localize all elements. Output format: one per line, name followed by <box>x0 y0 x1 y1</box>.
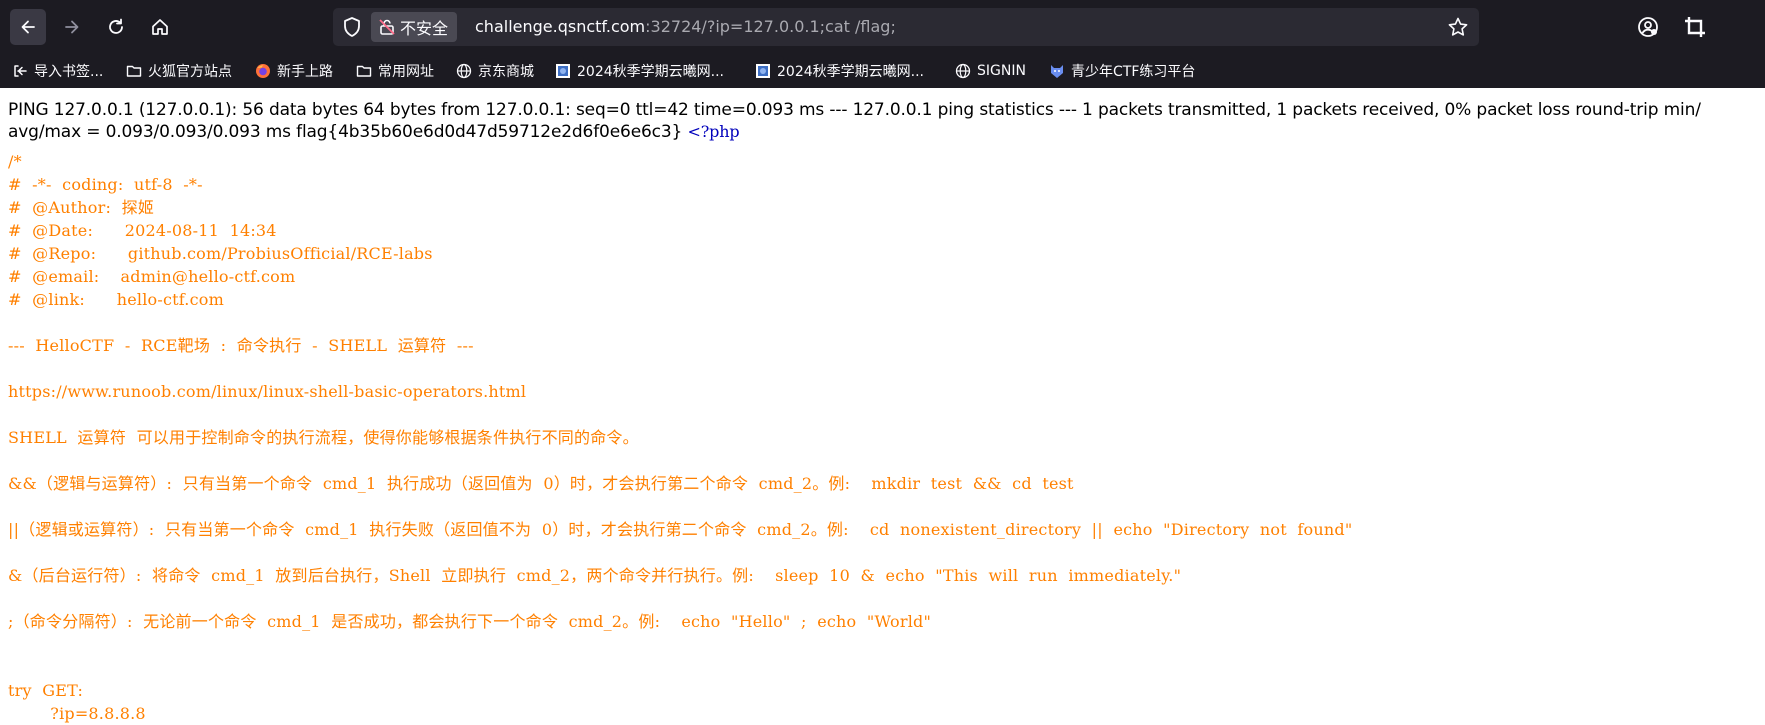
bookmark-label: 京东商城 <box>478 64 534 80</box>
php-open-tag: <?php <box>687 122 740 141</box>
home-icon <box>152 19 168 35</box>
bookmark-folder-firefox-official[interactable]: 火狐官方站点 <box>126 59 232 83</box>
code-line: # @Date: 2024-08-11 14:34 <box>8 221 277 240</box>
source-comment-block: /* # -*- coding: utf-8 -*- # @Author: 探姬 # … <box>8 150 1352 725</box>
code-line: # @email: admin@hello-ctf.com <box>8 267 296 286</box>
address-bar[interactable]: 不安全 challenge.qsnctf.com:32724/?ip=127.0… <box>333 8 1479 46</box>
code-line: # -*- coding: utf-8 -*- <box>8 175 203 194</box>
home-button[interactable] <box>142 9 178 45</box>
ctf-logo-icon <box>1051 65 1063 78</box>
tracking-protection-shield-icon[interactable] <box>340 15 364 39</box>
bookmark-label: 导入书签... <box>34 64 104 80</box>
code-line: ?ip=8.8.8.8 <box>8 704 146 723</box>
code-line: --- HelloCTF - RCE靶场 : 命令执行 - SHELL 运算符 … <box>8 336 474 355</box>
code-line: &&（逻辑与运算符）: 只有当第一个命令 cmd_1 执行成功（返回值为 0）时… <box>8 474 1074 493</box>
bookmark-label: 常用网址 <box>378 64 434 80</box>
ping-output: PING 127.0.0.1 (127.0.0.1): 56 data byte… <box>8 100 1765 143</box>
bookmark-label: 2024秋季学期云曦网... <box>577 64 724 80</box>
bookmark-label: 火狐官方站点 <box>148 64 232 80</box>
bookmark-label: 2024秋季学期云曦网... <box>777 64 924 80</box>
ping-output-line-flag: avg/max = 0.093/0.093/0.093 ms flag{4b35… <box>8 121 1765 143</box>
arrow-left-icon <box>21 20 35 34</box>
reload-button[interactable] <box>98 9 134 45</box>
code-line: /* <box>8 152 22 171</box>
code-line: ||（逻辑或运算符）: 只有当第一个命令 cmd_1 执行失败（返回值不为 0）… <box>8 520 1353 539</box>
code-line: &（后台运行符）: 将命令 cmd_1 放到后台执行，Shell 立即执行 cm… <box>8 566 1182 585</box>
code-line: # @Author: 探姬 <box>8 198 155 217</box>
import-icon <box>14 65 27 77</box>
url-path: :32724/?ip=127.0.0.1;cat /flag; <box>645 17 896 36</box>
broken-lock-icon <box>379 19 395 35</box>
bookmarks-toolbar: 导入书签... 火狐官方站点 新手上路 常用网址 京东商城 2024秋季学期云曦… <box>0 54 1765 88</box>
site-favicon-icon <box>556 64 570 78</box>
folder-icon <box>356 65 372 77</box>
bookmark-yunxi-2[interactable]: 2024秋季学期云曦网... <box>755 59 924 83</box>
globe-icon <box>456 63 472 79</box>
back-button[interactable] <box>10 9 46 45</box>
url-host: challenge.qsnctf.com <box>475 17 646 36</box>
firefox-icon <box>256 64 270 78</box>
site-favicon-icon <box>756 64 770 78</box>
browser-chrome: 不安全 challenge.qsnctf.com:32724/?ip=127.0… <box>0 0 1765 88</box>
bookmark-label: 新手上路 <box>277 64 333 80</box>
code-line: ;（命令分隔符）: 无论前一个命令 cmd_1 是否成功，都会执行下一个命令 c… <box>8 612 932 631</box>
bookmark-folder-common-sites[interactable]: 常用网址 <box>356 59 434 83</box>
forward-button[interactable] <box>54 9 90 45</box>
bookmark-label: 青少年CTF练习平台 <box>1071 64 1196 80</box>
bookmark-qsnctf[interactable]: 青少年CTF练习平台 <box>1049 59 1195 83</box>
globe-icon <box>955 63 971 79</box>
insecure-label: 不安全 <box>400 19 449 38</box>
url-text[interactable]: challenge.qsnctf.com:32724/?ip=127.0.0.1… <box>475 17 896 36</box>
ping-output-line: PING 127.0.0.1 (127.0.0.1): 56 data byte… <box>8 100 1701 120</box>
bookmark-getting-started[interactable]: 新手上路 <box>255 59 333 83</box>
screenshot-crop-icon[interactable] <box>1683 15 1707 39</box>
insecure-connection-badge[interactable]: 不安全 <box>371 12 457 42</box>
page-content: PING 127.0.0.1 (127.0.0.1): 56 data byte… <box>0 88 1765 725</box>
bookmark-yunxi-1[interactable]: 2024秋季学期云曦网... <box>555 59 724 83</box>
bookmark-label: SIGNIN <box>977 63 1026 79</box>
code-line: SHELL 运算符 可以用于控制命令的执行流程，使得你能够根据条件执行不同的命令… <box>8 428 639 447</box>
code-line: # @Repo: github.com/ProbiusOfficial/RCE-… <box>8 244 433 263</box>
navigation-toolbar: 不安全 challenge.qsnctf.com:32724/?ip=127.0… <box>0 0 1765 54</box>
arrow-right-icon <box>65 20 79 34</box>
code-line: https://www.runoob.com/linux/linux-shell… <box>8 382 527 401</box>
code-line: try GET: <box>8 681 84 700</box>
folder-icon <box>126 65 142 77</box>
bookmark-signin[interactable]: SIGNIN <box>955 59 1026 83</box>
reload-icon <box>109 18 123 34</box>
bookmark-import[interactable]: 导入书签... <box>12 59 103 83</box>
code-line: # @link: hello-ctf.com <box>8 290 224 309</box>
bookmark-jd[interactable]: 京东商城 <box>456 59 534 83</box>
flag-text: avg/max = 0.093/0.093/0.093 ms flag{4b35… <box>8 122 688 142</box>
bookmark-star-icon[interactable] <box>1447 16 1469 38</box>
account-icon[interactable] <box>1636 15 1660 39</box>
